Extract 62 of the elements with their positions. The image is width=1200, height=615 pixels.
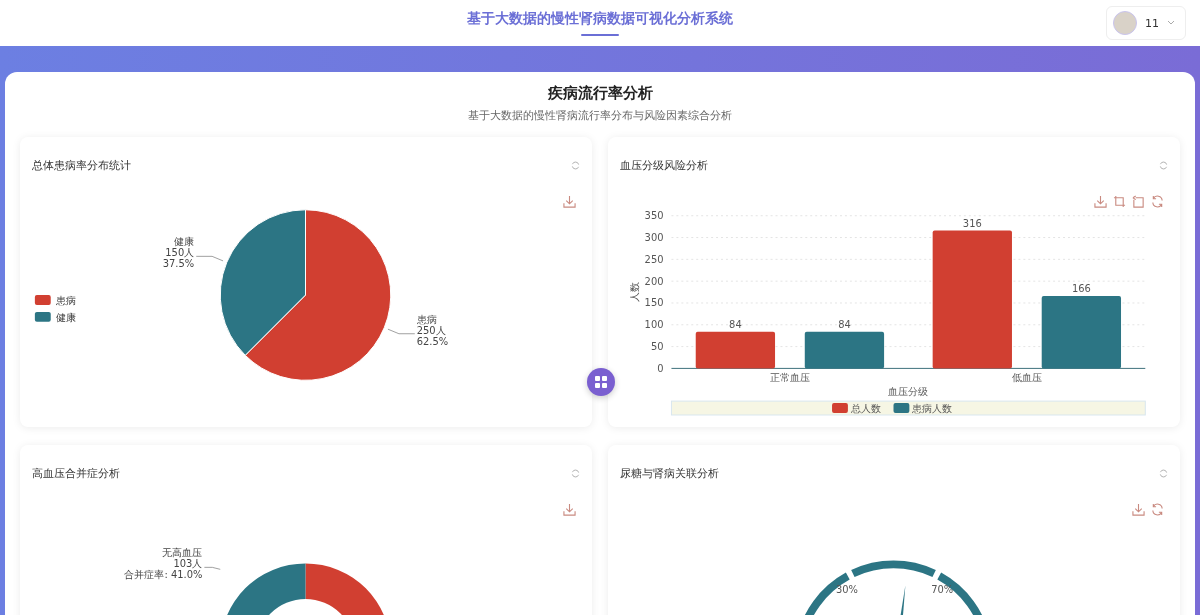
legend-swatch[interactable] <box>34 295 51 305</box>
x-category-label: 低血压 <box>1011 372 1042 384</box>
refresh-icon[interactable] <box>1159 468 1168 478</box>
card-title: 高血压合并症分析 <box>32 465 120 481</box>
gauge-tick-label: 30% <box>836 584 859 596</box>
slice-label: 患病 <box>416 313 437 325</box>
legend-swatch[interactable] <box>34 311 51 322</box>
slice-count: 150人 <box>165 247 195 259</box>
section-subtitle: 基于大数据的慢性肾病流行率分布与风险因素综合分析 <box>467 109 733 123</box>
download-icon[interactable] <box>563 195 576 208</box>
slice-label: 103人 <box>173 558 203 570</box>
bar-value: 166 <box>1071 283 1091 295</box>
legend-swatch[interactable] <box>832 403 848 413</box>
refresh-icon[interactable] <box>571 160 580 170</box>
legend-label[interactable]: 患病 <box>55 294 76 306</box>
legend-label[interactable]: 总人数 <box>850 403 881 414</box>
bar-value: 84 <box>729 318 742 330</box>
slice-share: 37.5% <box>162 258 195 270</box>
legend-swatch[interactable] <box>893 403 910 413</box>
download-icon[interactable] <box>563 503 576 516</box>
bar-value: 84 <box>838 318 851 330</box>
y-tick-label: 50 <box>650 341 664 353</box>
refresh-icon[interactable] <box>571 468 580 478</box>
slice-count: 250人 <box>416 324 446 336</box>
crop-icon[interactable] <box>1113 195 1126 208</box>
grid-icon <box>595 376 607 388</box>
slice-label: 合并症率: 41.0% <box>124 569 203 581</box>
restore-icon[interactable] <box>1151 503 1164 516</box>
y-tick-label: 250 <box>644 253 664 265</box>
gauge-tick-label: 70% <box>931 584 954 596</box>
y-tick-label: 200 <box>644 275 664 287</box>
y-tick-label: 300 <box>644 232 664 243</box>
zoom-slider[interactable] <box>670 400 1146 416</box>
y-axis-title: 人数 <box>628 282 640 303</box>
card-title: 总体患病率分布统计 <box>32 157 131 173</box>
leader-line <box>387 328 416 335</box>
card-title: 尿糖与肾病关联分析 <box>620 465 719 481</box>
x-category-label: 正常血压 <box>769 372 810 384</box>
slice-label: 无高血压 <box>162 547 203 559</box>
leader-line <box>204 566 221 570</box>
app-title: 基于大数据的慢性肾病数据可视化分析系统 <box>467 10 733 28</box>
y-tick-label: 100 <box>644 319 664 331</box>
avatar <box>1113 11 1137 35</box>
caret-icon <box>1167 20 1175 26</box>
x-axis-title: 血压分级 <box>888 386 929 398</box>
leader-line <box>195 255 224 262</box>
bar-value: 316 <box>962 217 982 229</box>
legend-label[interactable]: 患病人数 <box>912 403 953 414</box>
slice-label: 健康 <box>174 236 195 248</box>
y-tick-label: 350 <box>644 210 664 222</box>
section-title: 疾病流行率分析 <box>546 84 654 103</box>
refresh-icon[interactable] <box>1159 160 1168 170</box>
y-tick-label: 0 <box>657 362 664 374</box>
download-icon[interactable] <box>1132 503 1145 516</box>
slice-share: 62.5% <box>416 335 449 347</box>
user-menu[interactable]: 11 <box>1106 6 1186 40</box>
undo-icon[interactable] <box>1132 195 1145 208</box>
download-icon[interactable] <box>1094 195 1107 208</box>
y-tick-label: 150 <box>644 297 664 309</box>
card-title: 血压分级风险分析 <box>620 157 708 173</box>
restore-icon[interactable] <box>1151 195 1164 208</box>
legend-label[interactable]: 健康 <box>55 311 76 323</box>
